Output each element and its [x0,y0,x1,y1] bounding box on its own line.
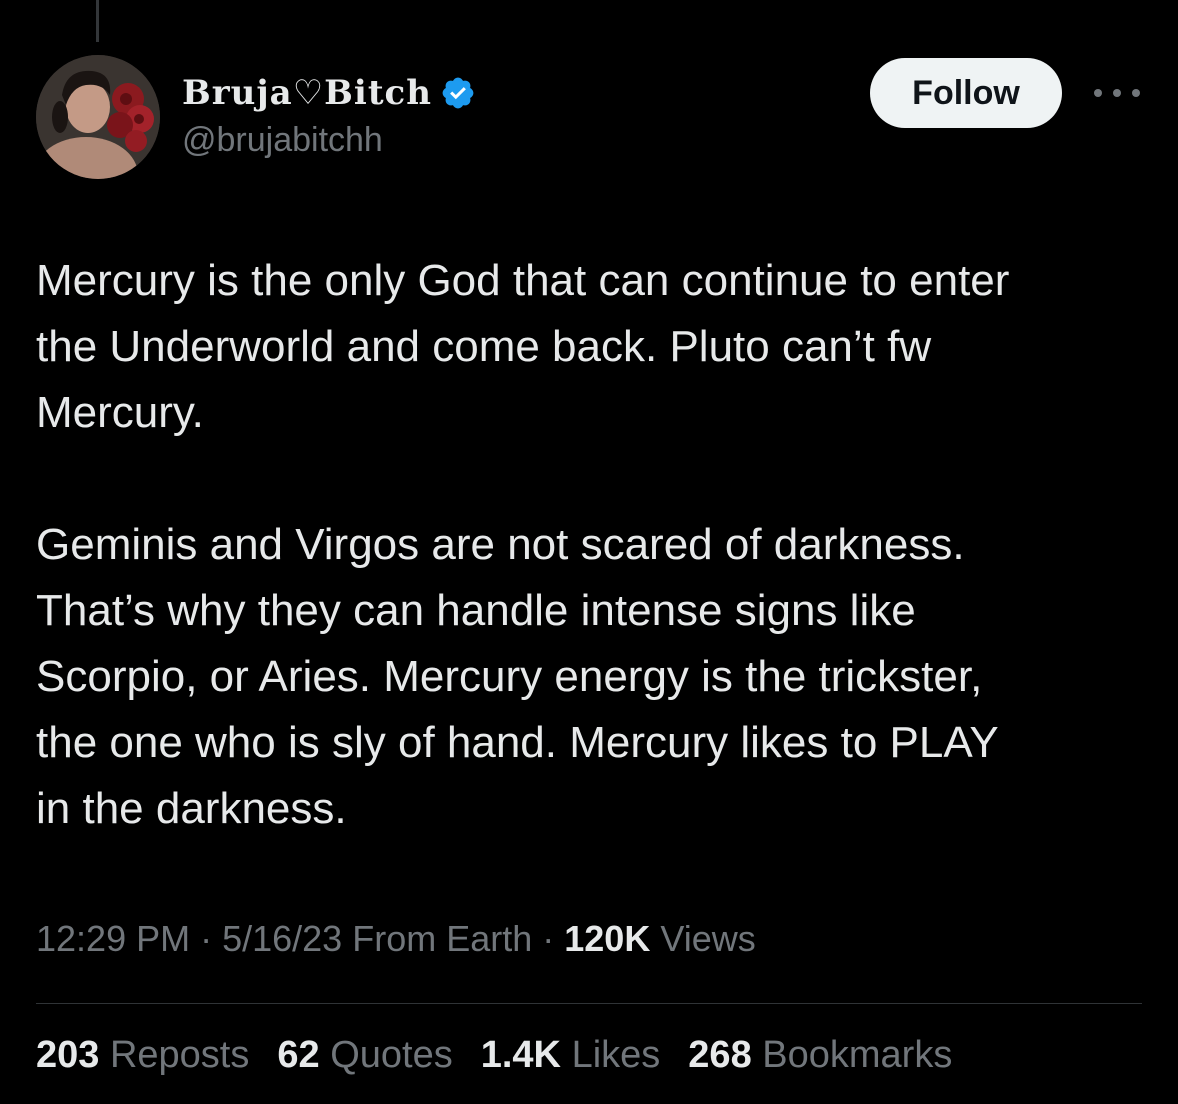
display-name-row: Bruja♡Bitch [182,67,476,119]
tweet-body: Mercury is the only God that can continu… [36,248,1136,842]
bookmarks-count: 268 [688,1034,752,1076]
views-count: 120K [564,918,651,959]
reposts-stat[interactable]: 203 Reposts [36,1034,249,1077]
display-name[interactable]: Bruja♡Bitch [182,73,432,113]
more-dot [1132,89,1140,97]
more-dot [1094,89,1102,97]
engagement-stats: 203 Reposts 62 Quotes 1.4K Likes 268 Boo… [36,1034,980,1077]
likes-stat[interactable]: 1.4K Likes [481,1034,661,1077]
meta-separator: · [532,918,565,959]
bookmarks-label: Bookmarks [751,1034,953,1076]
tweet-paragraph: Geminis and Virgos are not scared of dar… [36,520,999,833]
quotes-label: Quotes [319,1034,453,1076]
tweet-source: From Earth [342,918,533,959]
avatar-photo-icon [36,55,160,179]
tweet-header: Bruja♡Bitch @brujabitchh Follow [36,55,1146,179]
tweet-paragraph: Mercury is the only God that can continu… [36,256,1010,437]
bookmarks-stat[interactable]: 268 Bookmarks [688,1034,952,1077]
quotes-stat[interactable]: 62 Quotes [277,1034,452,1077]
quotes-count: 62 [277,1034,320,1076]
avatar[interactable] [36,55,160,179]
verified-badge-icon [440,75,476,111]
divider [36,1003,1142,1004]
more-dot [1113,89,1121,97]
follow-button[interactable]: Follow [870,58,1062,128]
tweet-time[interactable]: 12:29 PM [36,918,190,959]
tweet-date[interactable]: 5/16/23 [222,918,342,959]
likes-count: 1.4K [480,1034,562,1076]
thread-connector-line [96,0,99,42]
meta-separator: · [190,918,223,959]
reposts-label: Reposts [99,1034,250,1076]
more-options-icon[interactable] [1094,83,1140,103]
views-label: Views [650,918,756,959]
reposts-count: 203 [36,1034,100,1076]
author-handle[interactable]: @brujabitchh [182,121,476,160]
tweet-metadata: 12:29 PM · 5/16/23 From Earth · 120K Vie… [36,918,756,960]
author-names: Bruja♡Bitch @brujabitchh [182,67,476,160]
likes-label: Likes [561,1034,661,1076]
